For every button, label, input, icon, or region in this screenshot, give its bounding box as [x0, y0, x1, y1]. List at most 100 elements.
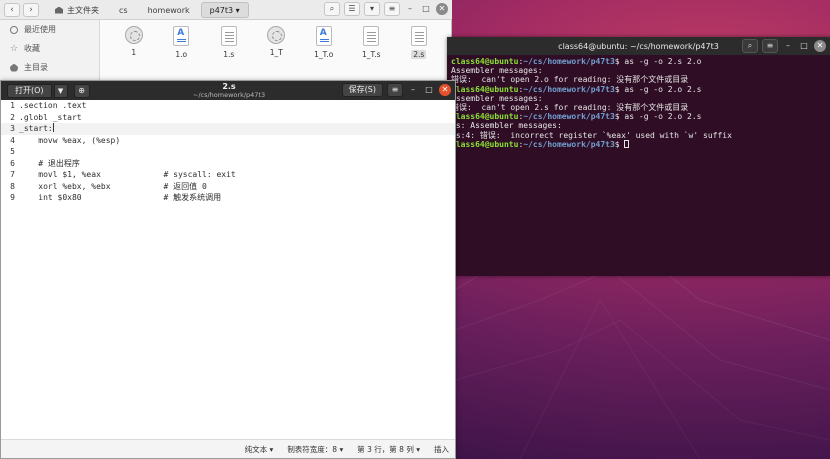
file-name: 1_T.o	[314, 50, 334, 59]
file-manager-window: ‹ › 主文件夹 cs homework p47t3 ▾ ⌕ ☰ ▾ ≡ – □ ✕ …	[0, 0, 452, 80]
breadcrumb-item[interactable]: p47t3 ▾	[200, 1, 249, 18]
code-line[interactable]: 6 # 退出程序	[1, 158, 455, 170]
prompt-path: ~/cs/homework/p47t3	[523, 57, 615, 66]
line-number: 3	[10, 124, 15, 133]
code-text: .globl _start	[19, 112, 82, 122]
code-line[interactable]: 1 .section .text	[1, 100, 455, 112]
breadcrumb-label: cs	[119, 5, 128, 15]
search-button[interactable]: ⌕	[324, 2, 340, 16]
breadcrumb: 主文件夹 cs homework p47t3 ▾	[46, 1, 249, 18]
file-item[interactable]: 1.o	[158, 20, 206, 62]
editor-statusbar: 纯文本 ▾ 制表符宽度：8 ▾ 第 3 行，第 8 列 ▾ 插入	[1, 439, 455, 458]
terminal-line: 错误: can't open 2.o for reading: 没有那个文件或目…	[451, 75, 689, 85]
code-text: movl $1, %eax # syscall: exit	[19, 170, 236, 179]
sidebar-item[interactable]: 最近使用	[0, 20, 99, 39]
editor-maximize-button[interactable]: □	[423, 84, 435, 96]
line-number: 2	[10, 112, 15, 122]
prompt-user: class64@ubuntu	[451, 84, 519, 94]
file-item[interactable]: 1_T	[253, 20, 301, 62]
syntax-selector[interactable]: 纯文本 ▾	[245, 444, 274, 455]
text-file-icon	[410, 26, 427, 46]
file-name: 2.s	[411, 50, 427, 59]
terminal-controls: ⌕ ≡ – □ ✕	[742, 39, 826, 53]
file-name: 1.o	[175, 50, 188, 59]
file-item[interactable]: 1	[110, 20, 158, 62]
menu-button[interactable]: ≡	[384, 2, 400, 16]
new-tab-icon: ⊕	[78, 85, 85, 95]
back-button[interactable]: ‹	[4, 2, 20, 17]
open-dropdown-button[interactable]: ▼	[53, 83, 68, 98]
editor-close-button[interactable]: ✕	[439, 84, 451, 96]
breadcrumb-label: homework	[147, 5, 190, 15]
chevron-down-icon: ▾	[369, 4, 374, 13]
terminal-line: .s: Assembler messages:	[451, 121, 562, 131]
line-number: 8	[10, 181, 15, 191]
terminal-line: class64@ubuntu:~/cs/homework/p47t3$	[451, 139, 830, 149]
new-document-button[interactable]: ⊕	[73, 83, 90, 98]
object-file-icon	[315, 26, 332, 46]
terminal-window: class64@ubuntu: ~/cs/homework/p47t3 ⌕ ≡ …	[447, 37, 830, 276]
file-item[interactable]: 1_T.s	[348, 20, 396, 62]
code-line[interactable]: 8 xorl %ebx, %ebx # 返回值 0	[1, 181, 455, 193]
forward-button[interactable]: ›	[23, 2, 39, 17]
editor-minimize-button[interactable]: –	[407, 84, 419, 96]
text-file-icon	[363, 26, 380, 46]
file-grid: 1 1.o 1.s 1_T 1_T.o 1_T.s 2.s	[100, 20, 452, 80]
close-button[interactable]: ✕	[436, 3, 448, 15]
insert-mode-indicator: 插入	[434, 444, 449, 454]
line-number: 5	[10, 147, 15, 156]
terminal-minimize-button[interactable]: –	[782, 40, 794, 52]
view-list-button[interactable]: ☰	[344, 2, 360, 16]
hamburger-icon: ≡	[391, 85, 399, 94]
tab-width-selector[interactable]: 制表符宽度：8 ▾	[287, 444, 343, 455]
save-button[interactable]: 保存(S)	[341, 83, 383, 97]
editor-text-area[interactable]: 1 .section .text 2 .globl _start 3 _start: 4 m…	[1, 100, 455, 440]
code-text: _start:	[19, 124, 53, 133]
minimize-button[interactable]: –	[404, 3, 416, 15]
code-text: # 退出程序	[19, 158, 80, 168]
line-number: 4	[10, 135, 15, 145]
code-line[interactable]: 7 movl $1, %eax # syscall: exit	[1, 169, 455, 181]
terminal-output[interactable]: class64@ubuntu:~/cs/homework/p47t3$ as -…	[447, 55, 830, 149]
open-button[interactable]: 打开(O)	[7, 83, 52, 98]
code-line[interactable]: 9 int $0x80 # 触发系统调用	[1, 192, 455, 204]
terminal-search-button[interactable]: ⌕	[742, 39, 758, 53]
sidebar-item[interactable]: ☆ 收藏	[0, 39, 99, 58]
text-editor-window: 2.s ~/cs/homework/p47t3 打开(O) ▼ ⊕ 保存(S) …	[0, 80, 456, 459]
sidebar-item-label: 最近使用	[24, 25, 56, 34]
file-item[interactable]: 1_T.o	[300, 20, 348, 62]
maximize-button[interactable]: □	[420, 3, 432, 15]
editor-menu-button[interactable]: ≡	[387, 83, 403, 97]
code-line[interactable]: 2 .globl _start	[1, 112, 455, 124]
breadcrumb-item[interactable]: 主文件夹	[46, 2, 108, 18]
code-text: .section .text	[19, 101, 87, 110]
file-manager-toolbar: ⌕ ☰ ▾ ≡ – □ ✕	[324, 2, 448, 16]
code-line[interactable]: 3 _start:	[1, 123, 455, 135]
file-item[interactable]: 1.s	[205, 20, 253, 62]
sidebar-item-label: 收藏	[24, 44, 40, 53]
sidebar-item[interactable]: 主目录	[0, 58, 99, 77]
file-name: 1_T	[269, 48, 283, 57]
terminal-maximize-button[interactable]: □	[798, 40, 810, 52]
cursor-position[interactable]: 第 3 行，第 8 列 ▾	[357, 444, 420, 455]
prompt-path: ~/cs/homework/p47t3	[523, 139, 615, 149]
breadcrumb-item[interactable]: cs	[110, 2, 137, 18]
code-line[interactable]: 4 movw %eax, (%esp)	[1, 135, 455, 147]
terminal-cursor	[624, 139, 630, 148]
terminal-close-button[interactable]: ✕	[814, 40, 826, 52]
code-line[interactable]: 5	[1, 146, 455, 158]
terminal-menu-button[interactable]: ≡	[762, 39, 778, 53]
star-icon: ☆	[10, 43, 19, 54]
hamburger-icon: ≡	[766, 41, 774, 50]
terminal-line: 错误: can't open 2.s for reading: 没有那个文件或目…	[451, 102, 689, 112]
line-number: 1	[10, 101, 15, 110]
breadcrumb-item[interactable]: homework	[139, 2, 199, 18]
file-item[interactable]: 2.s	[395, 20, 443, 62]
terminal-title: class64@ubuntu: ~/cs/homework/p47t3	[558, 41, 719, 51]
prompt-path: ~/cs/homework/p47t3	[523, 112, 615, 122]
view-options-button[interactable]: ▾	[364, 2, 380, 16]
prompt-user: class64@ubuntu	[451, 139, 519, 149]
terminal-line: class64@ubuntu:~/cs/homework/p47t3$ as -…	[451, 84, 702, 94]
terminal-line: Assembler messages:	[451, 93, 543, 103]
chevron-down-icon: ▼	[57, 86, 64, 95]
